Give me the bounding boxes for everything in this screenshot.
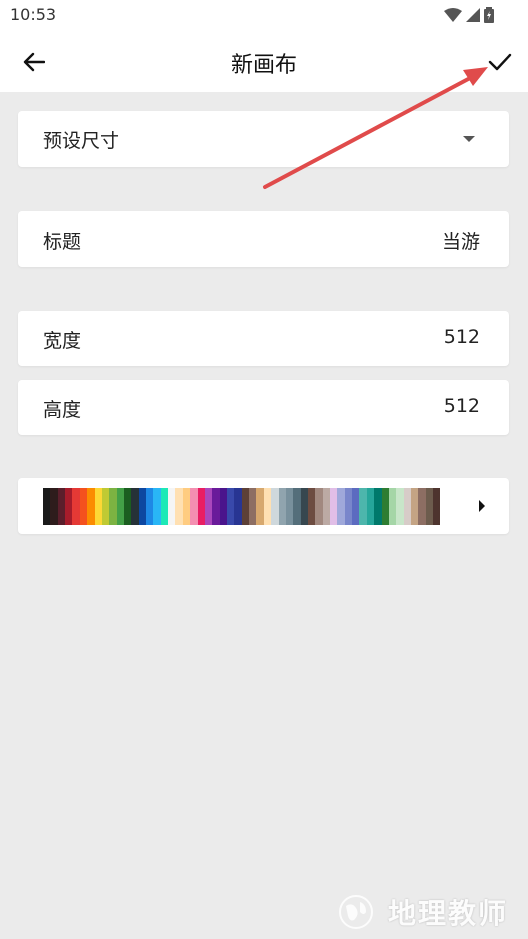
- width-row[interactable]: 宽度 512: [18, 311, 509, 366]
- palette-swatch: [50, 488, 58, 525]
- palette-swatch: [212, 488, 220, 525]
- palette-swatch: [153, 488, 161, 525]
- page-title: 新画布: [230, 53, 297, 78]
- battery-icon: [484, 7, 494, 23]
- palette-swatch: [87, 488, 95, 525]
- title-row[interactable]: 标题 当游: [18, 211, 509, 267]
- confirm-button[interactable]: [482, 44, 518, 80]
- palette-swatch: [352, 488, 360, 525]
- dropdown-arrow-icon: [463, 136, 475, 142]
- status-icons: [444, 7, 494, 23]
- palette-swatch: [337, 488, 345, 525]
- palette-swatch: [359, 488, 367, 525]
- signal-icon: [466, 8, 480, 22]
- palette-swatch: [256, 488, 264, 525]
- palette-swatch: [271, 488, 279, 525]
- watermark: 地理教师: [330, 890, 520, 934]
- height-row[interactable]: 高度 512: [18, 380, 509, 435]
- palette-swatch: [315, 488, 323, 525]
- height-value[interactable]: 512: [444, 395, 480, 417]
- chevron-right-icon[interactable]: [479, 500, 485, 512]
- palette-swatch: [410, 488, 419, 525]
- palette-swatch: [278, 488, 286, 525]
- palette-swatch: [418, 488, 426, 525]
- globe-logo-icon: [339, 895, 373, 929]
- palette-swatch: [396, 488, 404, 525]
- palette-swatch: [204, 488, 213, 525]
- palette-swatch: [190, 488, 198, 525]
- palette-swatch: [433, 488, 441, 525]
- palette-swatch: [293, 488, 301, 525]
- palette-swatch: [219, 488, 227, 525]
- palette-swatch: [197, 488, 205, 525]
- palette-swatch: [146, 488, 154, 525]
- palette-swatch: [65, 488, 73, 525]
- palette-swatch: [226, 488, 235, 525]
- height-label: 高度: [43, 399, 82, 421]
- wifi-icon: [444, 8, 462, 22]
- palette-swatch: [94, 488, 102, 525]
- palette-swatch: [307, 488, 316, 525]
- palette-swatch: [234, 488, 242, 525]
- palette-swatch: [374, 488, 382, 525]
- palette-swatch: [116, 488, 124, 525]
- palette-swatch: [175, 488, 183, 525]
- palette-swatch: [72, 488, 80, 525]
- palette-swatch: [285, 488, 294, 525]
- palette-swatch: [43, 488, 51, 525]
- preset-size-label: 预设尺寸: [43, 130, 120, 152]
- status-time: 10:53: [10, 5, 57, 24]
- width-label: 宽度: [43, 330, 82, 352]
- palette-swatch: [366, 488, 375, 525]
- palette-swatch: [344, 488, 353, 525]
- palette-swatch: [101, 488, 110, 525]
- palette-swatch: [381, 488, 389, 525]
- palette-swatch: [241, 488, 250, 525]
- palette-swatch: [322, 488, 331, 525]
- status-bar: 10:53: [0, 0, 528, 30]
- check-icon: [488, 53, 512, 71]
- palette-swatch: [79, 488, 88, 525]
- preset-size-dropdown[interactable]: 预设尺寸: [18, 111, 509, 167]
- palette-swatch: [109, 488, 117, 525]
- width-value[interactable]: 512: [444, 326, 480, 348]
- palette-swatch: [138, 488, 147, 525]
- palette-swatch: [160, 488, 169, 525]
- palette-swatch: [249, 488, 257, 525]
- palette-swatch: [131, 488, 139, 525]
- palette-swatch: [330, 488, 338, 525]
- palette-selector[interactable]: [18, 478, 509, 534]
- color-palette: [43, 488, 441, 525]
- palette-swatch: [300, 488, 308, 525]
- palette-swatch: [57, 488, 66, 525]
- palette-swatch: [425, 488, 434, 525]
- palette-swatch: [403, 488, 411, 525]
- watermark-text: 地理教师: [388, 897, 509, 930]
- palette-swatch: [388, 488, 397, 525]
- title-label: 标题: [43, 231, 82, 253]
- title-value[interactable]: 当游: [442, 227, 480, 254]
- palette-swatch: [263, 488, 272, 525]
- palette-swatch: [123, 488, 132, 525]
- palette-swatch: [182, 488, 191, 525]
- palette-swatch: [168, 488, 176, 525]
- app-bar: 新画布: [0, 30, 528, 92]
